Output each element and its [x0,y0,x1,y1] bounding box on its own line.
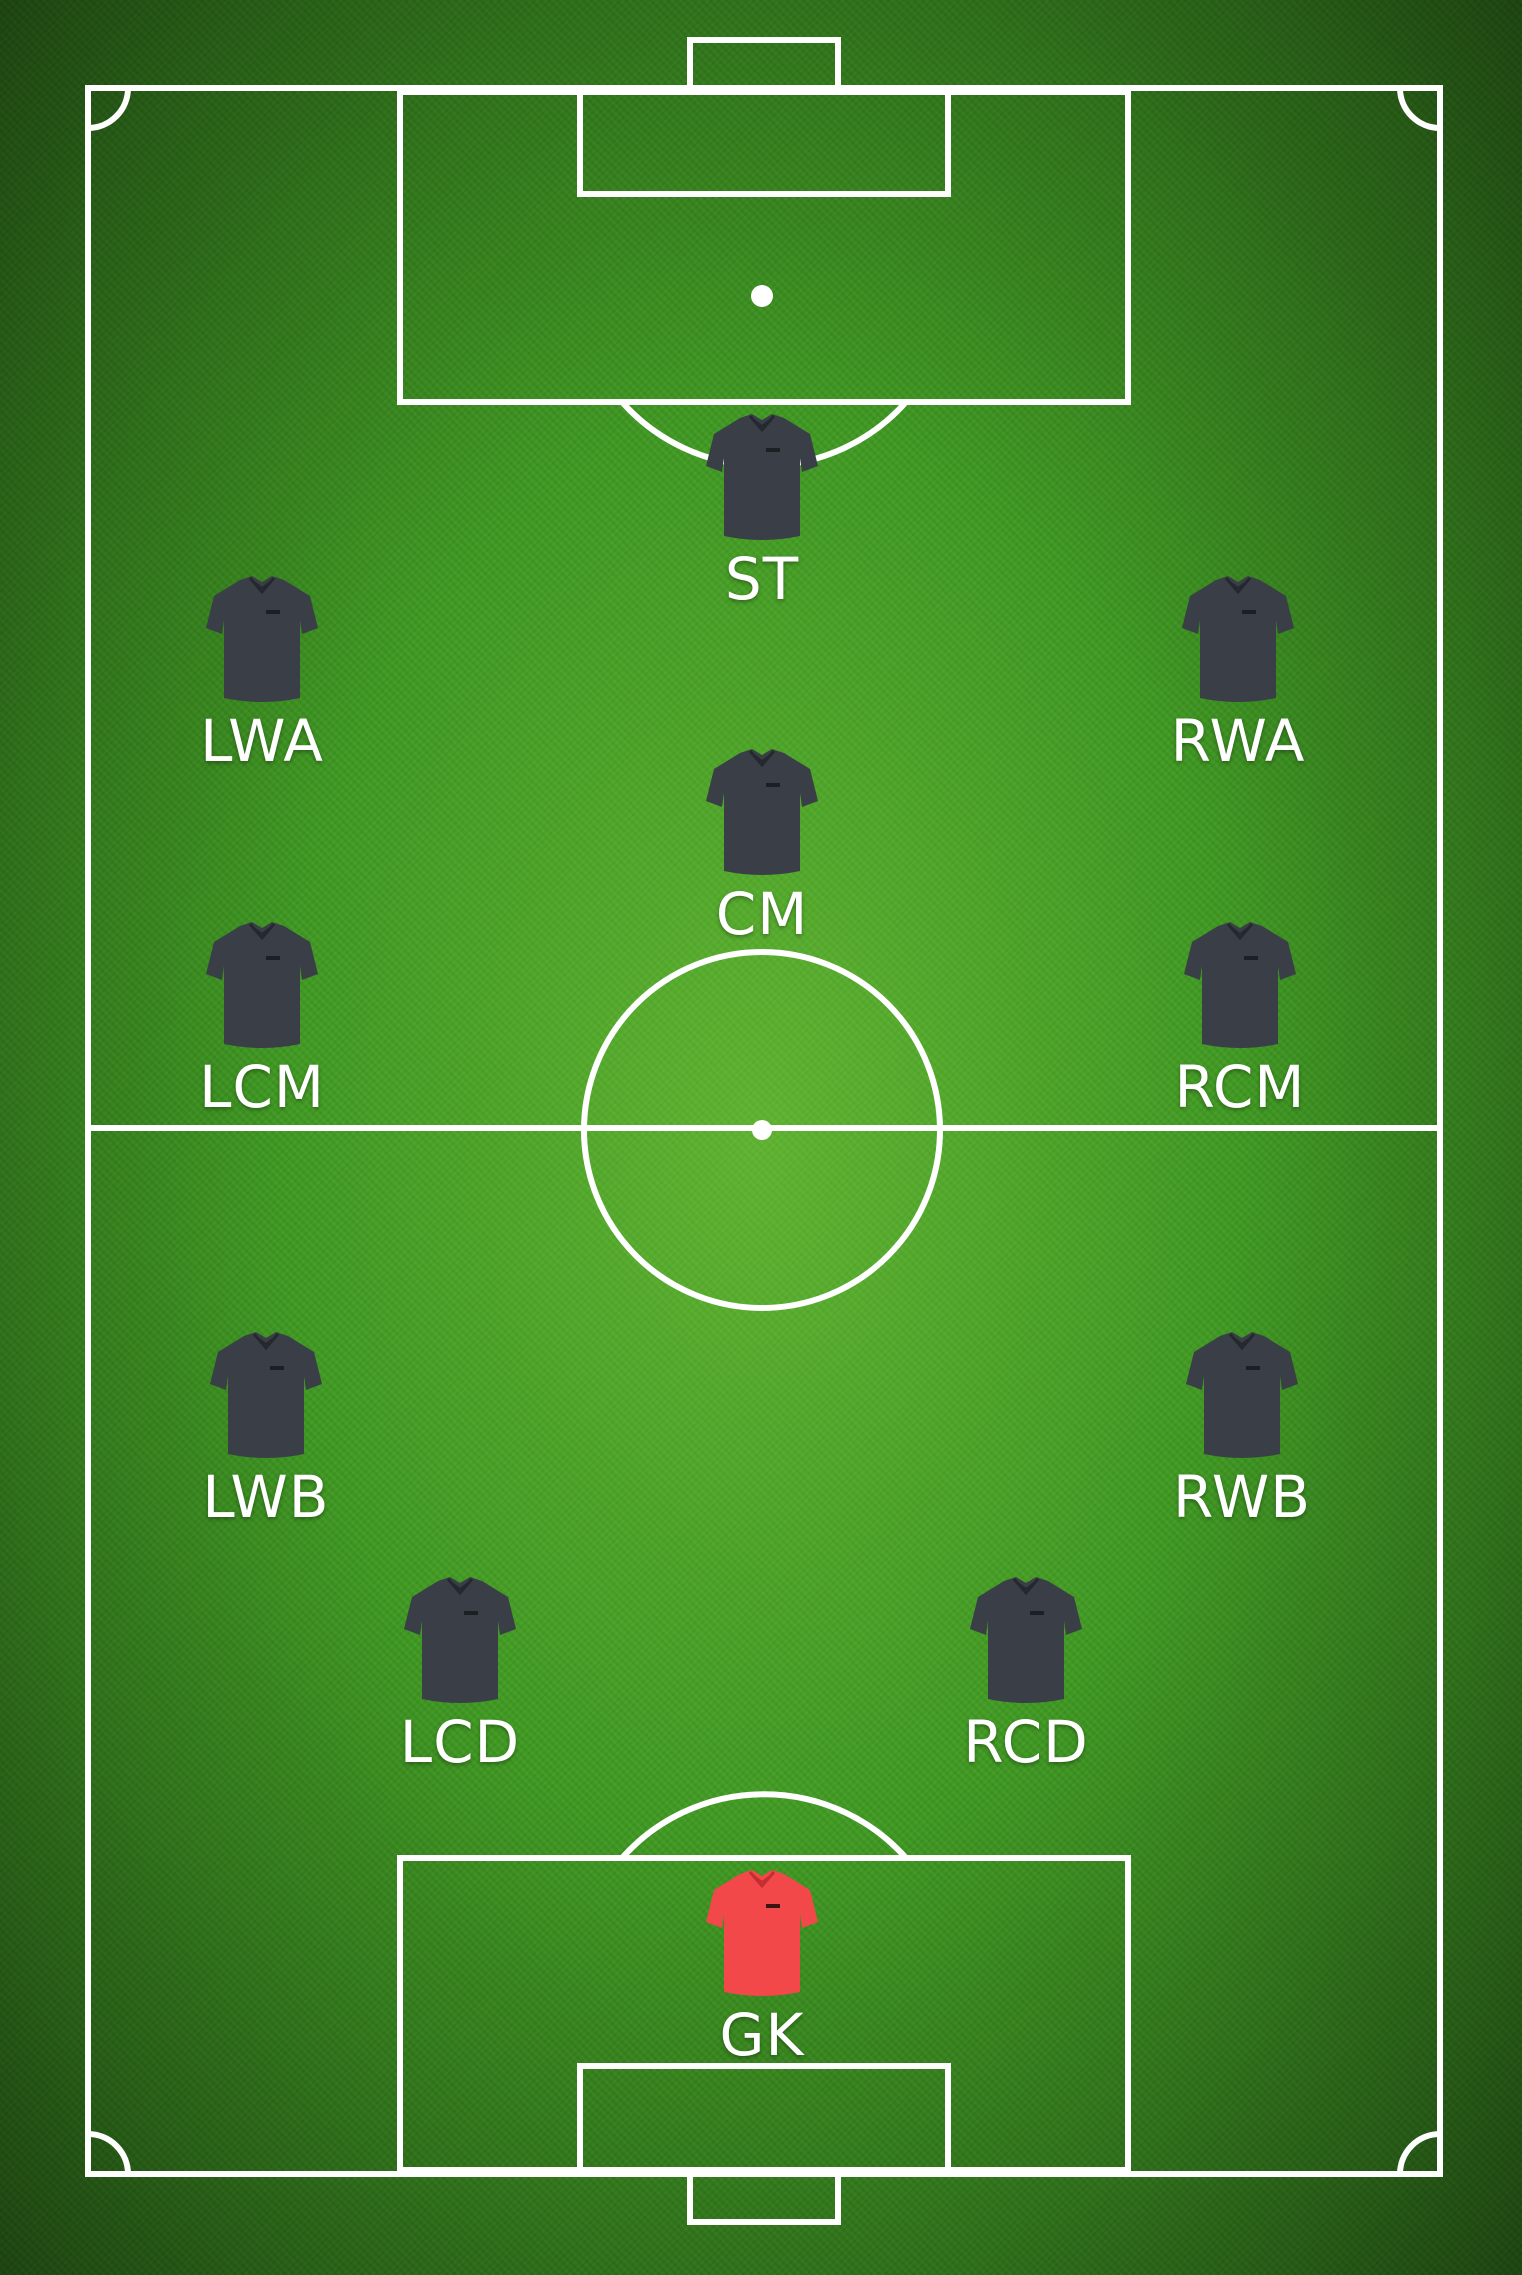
shirt-icon [1180,574,1296,704]
bottom-penalty-arc [619,1791,909,1860]
corner-arc-bottom-right [1397,2131,1441,2175]
shirt-icon [704,1868,820,1998]
center-spot [752,1120,772,1140]
bottom-goal [687,2171,841,2225]
player-rcd[interactable]: RCD [916,1571,1136,1771]
player-label-gk: GK [719,2001,805,2069]
top-goal [687,37,841,91]
player-label-lwb: LWB [202,1463,330,1531]
player-label-rcm: RCM [1174,1053,1306,1121]
top-goal-box [577,89,951,197]
player-cm[interactable]: CM [652,743,872,943]
shirt-icon [1182,920,1298,1050]
player-label-st: ST [724,545,800,613]
shirt-icon [704,747,820,877]
corner-arc-top-right [1397,87,1441,131]
player-rcm[interactable]: RCM [1130,916,1350,1116]
shirt-icon [704,412,820,542]
player-st[interactable]: ST [652,408,872,608]
corner-arc-top-left [87,87,131,131]
football-pitch: ST LWA RWA CM LCM RCM LWB RWB LCD RCD GK [0,0,1522,2275]
player-lwb[interactable]: LWB [156,1326,376,1526]
player-lcm[interactable]: LCM [152,916,372,1116]
shirt-icon [1184,1330,1300,1460]
player-rwa[interactable]: RWA [1128,570,1348,770]
bottom-goal-box [577,2063,951,2173]
player-label-rwb: RWB [1172,1463,1312,1531]
shirt-icon [204,920,320,1050]
player-label-cm: CM [715,880,809,948]
player-label-rcd: RCD [963,1708,1089,1776]
player-label-lcd: LCD [399,1708,521,1776]
shirt-icon [402,1575,518,1705]
penalty-spot-top [751,285,773,307]
player-gk[interactable]: GK [652,1864,872,2064]
player-lwa[interactable]: LWA [152,570,372,770]
player-rwb[interactable]: RWB [1132,1326,1352,1526]
shirt-icon [208,1330,324,1460]
player-label-rwa: RWA [1170,707,1306,775]
top-penalty-box [397,89,1131,405]
corner-arc-bottom-left [87,2131,131,2175]
shirt-icon [968,1575,1084,1705]
player-lcd[interactable]: LCD [350,1571,570,1771]
player-label-lwa: LWA [200,707,324,775]
player-label-lcm: LCM [199,1053,325,1121]
shirt-icon [204,574,320,704]
